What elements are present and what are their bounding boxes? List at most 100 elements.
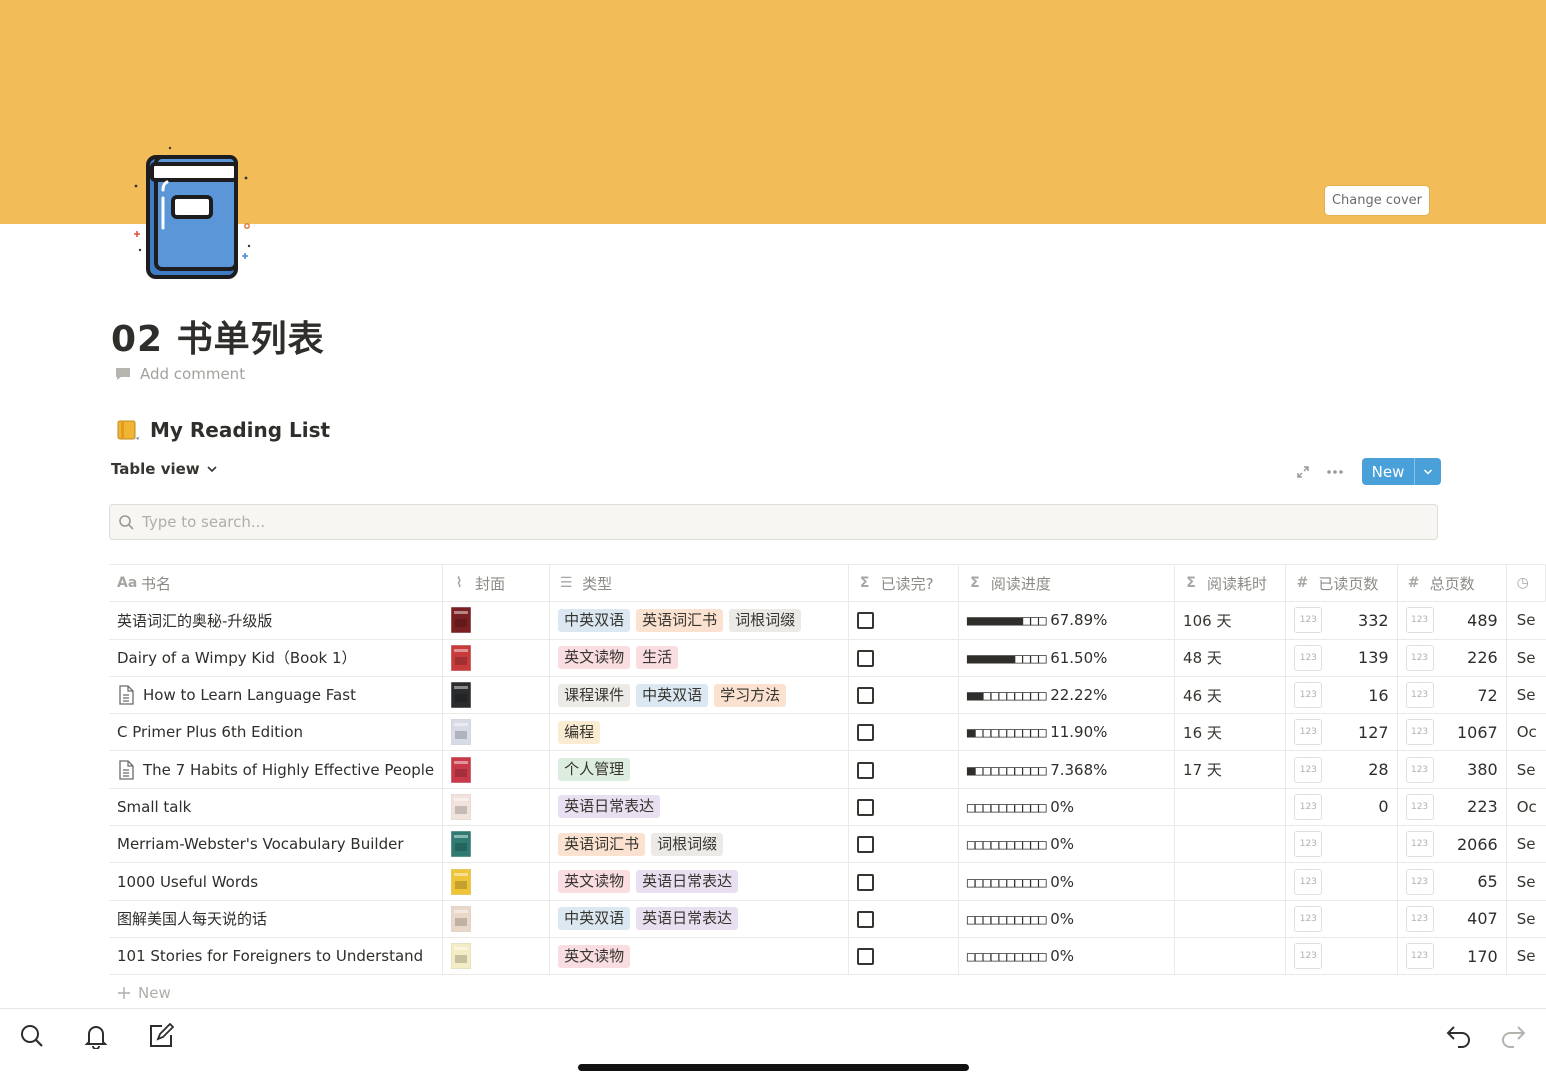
finished-checkbox[interactable]: [856, 948, 874, 966]
cell-title[interactable]: C Primer Plus 6th Edition: [109, 713, 444, 752]
column-header-title[interactable]: Aa 书名: [109, 564, 444, 603]
table-row[interactable]: 101 Stories for Foreigners to Understand…: [109, 937, 1546, 976]
finished-checkbox[interactable]: [856, 687, 874, 705]
cell-total-pages[interactable]: 123 2066: [1397, 825, 1507, 864]
cell-type[interactable]: 英文读物 英语日常表达: [549, 862, 849, 901]
cell-cover[interactable]: [442, 788, 551, 827]
finished-checkbox[interactable]: [856, 836, 874, 854]
finished-checkbox[interactable]: [856, 724, 874, 742]
cell-total-pages[interactable]: 123 223: [1397, 788, 1507, 827]
finished-checkbox[interactable]: [856, 910, 874, 928]
table-row[interactable]: 英语词汇的奥秘-升级版 中英双语 英语词汇书 词根词缀 ■■■■■■■□□□ 67.89%…: [109, 601, 1546, 640]
book-icon[interactable]: [128, 142, 256, 282]
cell-title[interactable]: 图解美国人每天说的话: [109, 900, 444, 938]
cell-total-pages[interactable]: 123 1067: [1397, 713, 1507, 752]
cell-title[interactable]: The 7 Habits of Highly Effective People: [109, 750, 444, 789]
search-icon[interactable]: [17, 1021, 47, 1051]
cell-type[interactable]: 英语日常表达: [549, 788, 849, 827]
cell-type[interactable]: 英语词汇书 词根词缀: [549, 825, 849, 864]
cell-date[interactable]: Se: [1506, 676, 1546, 715]
cell-finished[interactable]: [848, 639, 959, 677]
column-header-pages-read[interactable]: # 已读页数: [1285, 564, 1398, 603]
column-header-cover[interactable]: ⌇ 封面: [442, 564, 551, 603]
more-options-icon[interactable]: [1324, 459, 1346, 485]
table-row[interactable]: C Primer Plus 6th Edition 编程 ■□□□□□□□□□ 11.…: [109, 713, 1546, 752]
cell-title[interactable]: Merriam-Webster's Vocabulary Builder: [109, 825, 444, 864]
cell-pages-read[interactable]: 123: [1285, 937, 1398, 976]
compose-icon[interactable]: [146, 1021, 176, 1051]
cell-finished[interactable]: [848, 713, 959, 752]
cell-pages-read[interactable]: 123 28: [1285, 750, 1398, 789]
cell-title[interactable]: 英语词汇的奥秘-升级版: [109, 601, 444, 640]
cell-type[interactable]: 英文读物: [549, 937, 849, 976]
cell-finished[interactable]: [848, 788, 959, 827]
finished-checkbox[interactable]: [856, 649, 874, 667]
cell-finished[interactable]: [848, 750, 959, 789]
table-row[interactable]: The 7 Habits of Highly Effective People 个…: [109, 750, 1546, 789]
new-dropdown-chevron-icon[interactable]: [1414, 458, 1441, 485]
cell-pages-read[interactable]: 123 139: [1285, 639, 1398, 677]
cell-cover[interactable]: [442, 825, 551, 864]
table-row[interactable]: Merriam-Webster's Vocabulary Builder 英语词汇…: [109, 825, 1546, 864]
cell-finished[interactable]: [848, 676, 959, 715]
cell-date[interactable]: Se: [1506, 601, 1546, 640]
database-title[interactable]: My Reading List: [116, 418, 330, 442]
cell-cover[interactable]: [442, 601, 551, 640]
undo-icon[interactable]: [1444, 1021, 1474, 1051]
cell-cover[interactable]: [442, 676, 551, 715]
add-row-button[interactable]: New: [117, 984, 171, 1002]
cell-pages-read[interactable]: 123 332: [1285, 601, 1398, 640]
cell-pages-read[interactable]: 123: [1285, 862, 1398, 901]
search-input[interactable]: [142, 513, 742, 531]
expand-icon[interactable]: [1292, 459, 1314, 485]
cell-total-pages[interactable]: 123 226: [1397, 639, 1507, 677]
cell-title[interactable]: How to Learn Language Fast: [109, 676, 444, 715]
table-view-selector[interactable]: Table view: [111, 460, 218, 478]
bell-icon[interactable]: [81, 1021, 111, 1051]
cell-finished[interactable]: [848, 825, 959, 864]
finished-checkbox[interactable]: [856, 612, 874, 630]
cell-pages-read[interactable]: 123 16: [1285, 676, 1398, 715]
cell-date[interactable]: Se: [1506, 900, 1546, 938]
cell-title[interactable]: Dairy of a Wimpy Kid（Book 1）: [109, 639, 444, 677]
cell-type[interactable]: 英文读物 生活: [549, 639, 849, 677]
new-button[interactable]: New: [1362, 458, 1414, 485]
cell-total-pages[interactable]: 123 65: [1397, 862, 1507, 901]
cell-type[interactable]: 中英双语 英语词汇书 词根词缀: [549, 601, 849, 640]
change-cover-button[interactable]: Change cover: [1325, 186, 1429, 215]
column-header-finished[interactable]: Σ 已读完?: [848, 564, 959, 603]
cell-finished[interactable]: [848, 937, 959, 976]
cell-title[interactable]: 101 Stories for Foreigners to Understand: [109, 937, 444, 976]
cell-total-pages[interactable]: 123 170: [1397, 937, 1507, 976]
table-row[interactable]: Dairy of a Wimpy Kid（Book 1） 英文读物 生活 ■■■■■■…: [109, 639, 1546, 677]
cell-pages-read[interactable]: 123: [1285, 900, 1398, 938]
cell-finished[interactable]: [848, 862, 959, 901]
cell-type[interactable]: 课程课件 中英双语 学习方法: [549, 676, 849, 715]
cell-total-pages[interactable]: 123 489: [1397, 601, 1507, 640]
cell-finished[interactable]: [848, 601, 959, 640]
redo-icon[interactable]: [1498, 1021, 1528, 1051]
cell-date[interactable]: Oc: [1506, 713, 1546, 752]
cell-pages-read[interactable]: 123 0: [1285, 788, 1398, 827]
cell-type[interactable]: 编程: [549, 713, 849, 752]
cell-cover[interactable]: [442, 900, 551, 938]
cell-date[interactable]: Se: [1506, 937, 1546, 976]
cell-cover[interactable]: [442, 862, 551, 901]
column-header-date[interactable]: ◷: [1506, 564, 1546, 603]
finished-checkbox[interactable]: [856, 873, 874, 891]
cell-pages-read[interactable]: 123: [1285, 825, 1398, 864]
finished-checkbox[interactable]: [856, 798, 874, 816]
add-comment-button[interactable]: Add comment: [114, 365, 245, 383]
cell-finished[interactable]: [848, 900, 959, 938]
cell-cover[interactable]: [442, 639, 551, 677]
table-row[interactable]: 图解美国人每天说的话 中英双语 英语日常表达 □□□□□□□□□□ 0% 123 123 40…: [109, 900, 1546, 938]
table-row[interactable]: How to Learn Language Fast 课程课件 中英双语 学习方法 ■■…: [109, 676, 1546, 715]
cell-title[interactable]: Small talk: [109, 788, 444, 827]
page-title[interactable]: 02 书单列表: [111, 310, 325, 362]
cell-type[interactable]: 中英双语 英语日常表达: [549, 900, 849, 938]
cell-date[interactable]: Se: [1506, 639, 1546, 677]
column-header-progress[interactable]: Σ 阅读进度: [958, 564, 1176, 603]
cell-type[interactable]: 个人管理: [549, 750, 849, 789]
finished-checkbox[interactable]: [856, 761, 874, 779]
cell-cover[interactable]: [442, 937, 551, 976]
